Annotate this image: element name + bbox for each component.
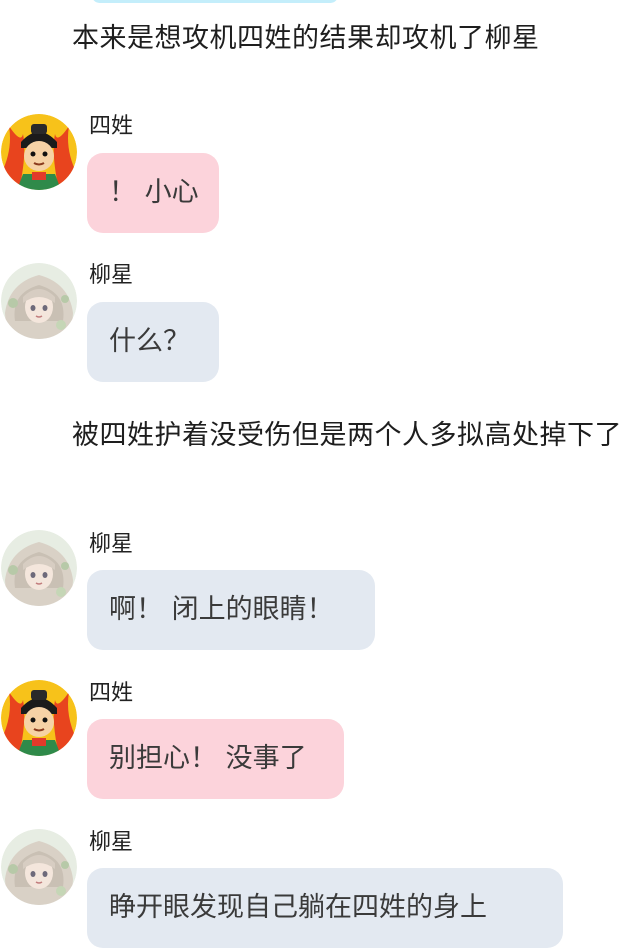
previous-message-bubble	[92, 0, 338, 3]
avatar[interactable]	[1, 680, 77, 756]
message-bubble[interactable]: 睁开眼发现自己躺在四姓的身上	[87, 868, 563, 948]
sender-name: 柳星	[89, 532, 134, 557]
avatar[interactable]	[1, 829, 77, 905]
message-bubble[interactable]: 别担心！ 没事了	[87, 719, 344, 799]
narration-text: 本来是想攻机四姓的结果却攻机了柳星	[72, 23, 540, 54]
avatar[interactable]	[1, 530, 77, 606]
sender-name: 四姓	[89, 681, 134, 706]
message-bubble[interactable]: 什么？	[87, 302, 219, 382]
sender-name: 柳星	[89, 830, 134, 855]
red-hair-cartoon-avatar-icon	[1, 680, 77, 756]
pale-hair-anime-avatar-icon	[1, 530, 77, 606]
pale-hair-anime-avatar-icon	[1, 829, 77, 905]
sender-name: 柳星	[89, 263, 134, 288]
narration-text: 被四姓护着没受伤但是两个人多拟高处掉下了	[72, 420, 622, 451]
chat-page: 本来是想攻机四姓的结果却攻机了柳星 四姓 ！ 小心 柳星 什么？ 被四姓护着没受…	[0, 0, 640, 952]
avatar[interactable]	[1, 263, 77, 339]
message-bubble[interactable]: 啊！ 闭上的眼睛！	[87, 570, 375, 650]
avatar[interactable]	[1, 114, 77, 190]
pale-hair-anime-avatar-icon	[1, 263, 77, 339]
red-hair-cartoon-avatar-icon	[1, 114, 77, 190]
message-bubble[interactable]: ！ 小心	[87, 153, 219, 233]
sender-name: 四姓	[89, 114, 134, 139]
